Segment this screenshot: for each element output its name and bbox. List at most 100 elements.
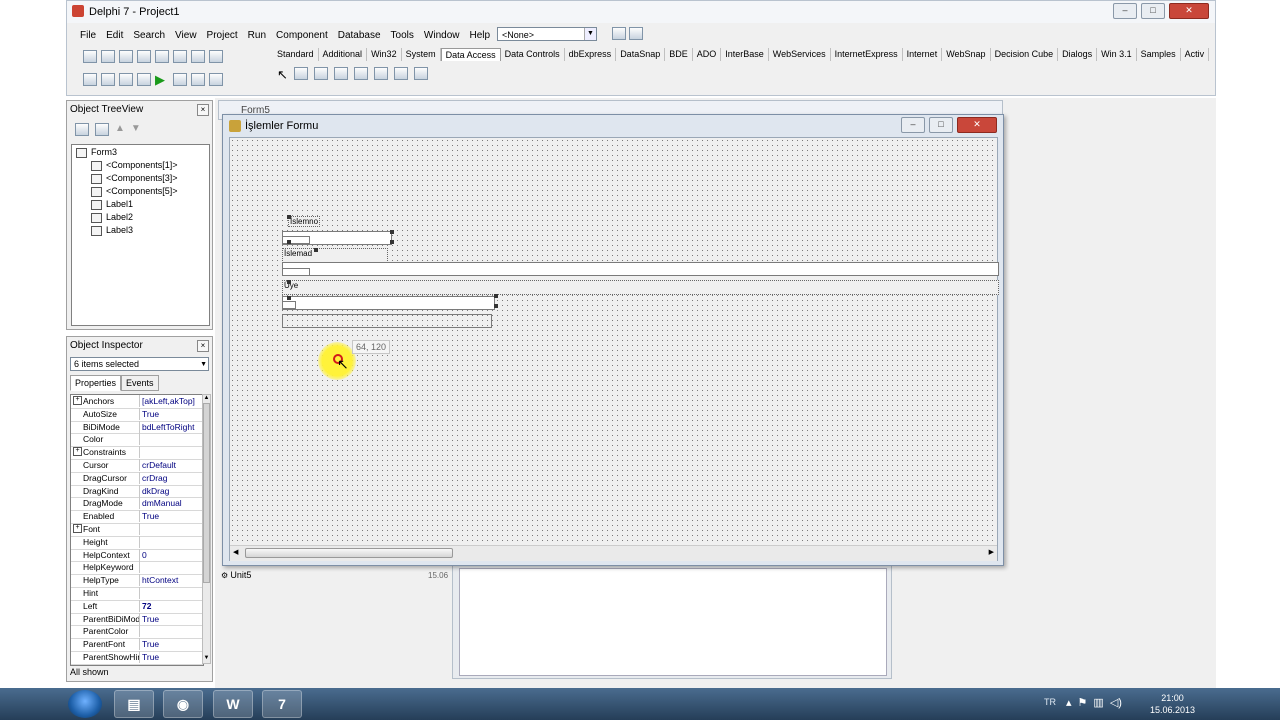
open-icon[interactable] bbox=[101, 50, 115, 63]
selection-grip[interactable] bbox=[287, 296, 291, 300]
palette-tab[interactable]: Data Controls bbox=[501, 48, 565, 61]
tray-clock[interactable]: 21:00 15.06.2013 bbox=[1150, 692, 1195, 716]
property-row[interactable]: Height bbox=[71, 535, 203, 550]
expand-icon[interactable]: + bbox=[73, 524, 82, 533]
menu-window[interactable]: Window bbox=[419, 28, 465, 43]
step-over-icon[interactable] bbox=[209, 73, 223, 86]
edit-uye[interactable] bbox=[282, 296, 495, 310]
add-file-icon[interactable] bbox=[173, 50, 187, 63]
run-icon[interactable]: ▶ bbox=[155, 73, 169, 86]
tab-properties[interactable]: Properties bbox=[70, 375, 122, 391]
palette-tab[interactable]: WebServices bbox=[769, 48, 831, 61]
property-row[interactable]: Enabled True bbox=[71, 510, 203, 524]
dataset-icon[interactable] bbox=[333, 67, 348, 80]
property-value[interactable]: True bbox=[142, 638, 202, 650]
property-value[interactable]: True bbox=[142, 651, 202, 663]
close-button[interactable]: ✕ bbox=[1169, 3, 1209, 19]
palette-tab[interactable]: ADO bbox=[693, 48, 722, 61]
property-value[interactable]: crDefault bbox=[142, 459, 202, 471]
taskbar-word-icon[interactable]: W bbox=[213, 690, 253, 718]
tree-item[interactable]: Label2 bbox=[91, 212, 133, 223]
edit-bottom[interactable] bbox=[282, 314, 492, 328]
property-row[interactable]: Color bbox=[71, 433, 203, 448]
pointer-icon[interactable]: ↖ bbox=[277, 67, 288, 83]
set-debug-desktop-icon[interactable] bbox=[628, 27, 643, 40]
property-row[interactable]: BiDiMode bdLeftToRight bbox=[71, 420, 203, 435]
property-value[interactable]: crDrag bbox=[142, 472, 202, 484]
property-row[interactable]: DragCursor crDrag bbox=[71, 471, 203, 486]
property-row[interactable]: DragKind dkDrag bbox=[71, 484, 203, 499]
tree-item[interactable]: <Components[1]> bbox=[91, 160, 178, 171]
edit-islemad[interactable] bbox=[282, 262, 999, 276]
palette-tab[interactable]: WebSnap bbox=[942, 48, 991, 61]
palette-tab[interactable]: Activ bbox=[1181, 48, 1210, 61]
property-row[interactable]: DragMode dmManual bbox=[71, 497, 203, 512]
volume-icon[interactable]: ◁) bbox=[1110, 696, 1122, 709]
tree-item[interactable]: <Components[5]> bbox=[91, 186, 178, 197]
palette-tab[interactable]: Data Access bbox=[440, 48, 501, 61]
property-row[interactable]: + Anchors [akLeft,akTop] bbox=[71, 395, 203, 409]
tree-item[interactable]: Label3 bbox=[91, 225, 133, 236]
tree-item[interactable]: Label1 bbox=[91, 199, 133, 210]
selected-control[interactable] bbox=[282, 301, 296, 309]
taskbar-firefox-icon[interactable]: ◉ bbox=[163, 690, 203, 718]
tab-events[interactable]: Events bbox=[121, 375, 159, 391]
network-icon[interactable]: ▥ bbox=[1093, 696, 1103, 709]
scroll-right-icon[interactable]: ▶ bbox=[989, 548, 994, 556]
new-icon[interactable] bbox=[83, 50, 97, 63]
desktop-combo[interactable]: <None> ▼ bbox=[497, 27, 597, 41]
property-value[interactable]: htContext bbox=[142, 574, 202, 586]
property-row[interactable]: ParentShowHint True bbox=[71, 651, 203, 665]
tree-item[interactable]: <Components[3]> bbox=[91, 173, 178, 184]
property-value[interactable]: 72 bbox=[142, 600, 202, 612]
menu-component[interactable]: Component bbox=[271, 28, 333, 43]
label-uye[interactable]: Üye bbox=[282, 280, 999, 295]
chevron-down-icon[interactable]: ▼ bbox=[584, 28, 596, 40]
menu-run[interactable]: Run bbox=[243, 28, 271, 43]
pause-icon[interactable] bbox=[173, 73, 187, 86]
selection-grip[interactable] bbox=[314, 248, 318, 252]
selection-grip[interactable] bbox=[287, 240, 291, 244]
property-grid-scrollbar[interactable]: ▲ ▼ bbox=[202, 394, 211, 664]
toggle-form-unit-icon[interactable] bbox=[119, 73, 133, 86]
scroll-thumb[interactable] bbox=[203, 403, 210, 583]
trace-into-icon[interactable] bbox=[191, 73, 205, 86]
selection-grip[interactable] bbox=[390, 240, 394, 244]
save-desktop-icon[interactable] bbox=[612, 27, 626, 40]
minimize-button[interactable]: – bbox=[901, 117, 925, 133]
arrow-up-icon[interactable]: ▲ bbox=[115, 123, 125, 136]
selection-grip[interactable] bbox=[494, 294, 498, 298]
selection-grip[interactable] bbox=[494, 304, 498, 308]
close-icon[interactable]: × bbox=[197, 340, 209, 352]
property-value[interactable]: 0 bbox=[142, 549, 202, 561]
close-button[interactable]: ✕ bbox=[957, 117, 997, 133]
taskbar-explorer-icon[interactable]: ▤ bbox=[114, 690, 154, 718]
palette-tab[interactable]: Dialogs bbox=[1058, 48, 1098, 61]
inspector-object-selector[interactable]: 6 items selected ▼ bbox=[70, 357, 209, 371]
start-button[interactable] bbox=[68, 690, 102, 718]
view-form-icon[interactable] bbox=[101, 73, 115, 86]
property-row[interactable]: ParentFont True bbox=[71, 638, 203, 652]
menu-search[interactable]: Search bbox=[128, 28, 170, 43]
menu-tools[interactable]: Tools bbox=[386, 28, 419, 43]
property-row[interactable]: ParentColor bbox=[71, 625, 203, 640]
palette-tab[interactable]: Additional bbox=[319, 48, 368, 61]
selection-grip[interactable] bbox=[390, 230, 394, 234]
property-value[interactable]: [akLeft,akTop] bbox=[142, 395, 202, 407]
label-islemno[interactable]: İslemno bbox=[288, 216, 321, 227]
palette-tab[interactable]: InternetExpress bbox=[831, 48, 903, 61]
save-all-icon[interactable] bbox=[137, 50, 151, 63]
datasource-icon[interactable] bbox=[313, 67, 328, 80]
expand-icon[interactable]: + bbox=[73, 447, 82, 457]
selection-grip[interactable] bbox=[287, 215, 291, 219]
scroll-up-icon[interactable]: ▲ bbox=[203, 395, 210, 403]
property-row[interactable]: + Constraints bbox=[71, 446, 203, 460]
property-value[interactable]: True bbox=[142, 613, 202, 625]
form-horizontal-scrollbar[interactable]: ◀ ▶ bbox=[230, 545, 997, 561]
property-value[interactable]: dmManual bbox=[142, 497, 202, 509]
selection-grip[interactable] bbox=[287, 280, 291, 284]
selected-control[interactable] bbox=[282, 268, 310, 276]
property-row[interactable]: Hint bbox=[71, 587, 203, 601]
islemler-form-window[interactable]: İşlemler Formu – □ ✕ İslemno İslemad Üye bbox=[222, 114, 1004, 566]
help-icon[interactable] bbox=[209, 50, 223, 63]
